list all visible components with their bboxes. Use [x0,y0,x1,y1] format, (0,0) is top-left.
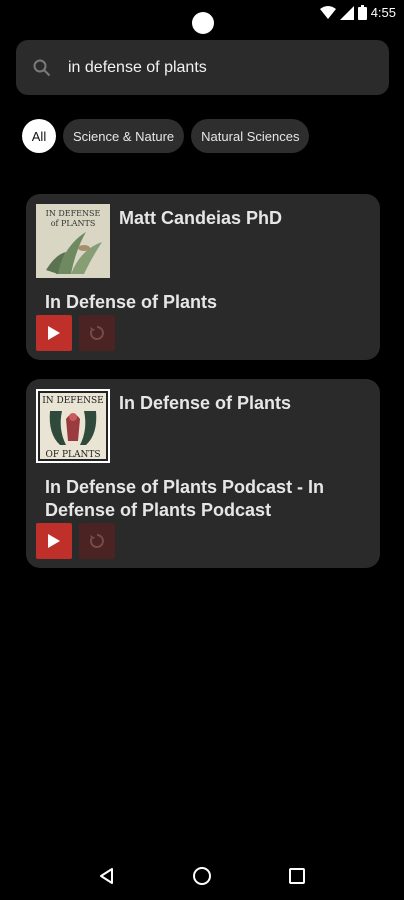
svg-text:of PLANTS: of PLANTS [51,219,96,228]
chip-all[interactable]: All [22,119,56,153]
replay-icon [89,326,104,340]
play-button[interactable] [36,523,72,559]
replay-button[interactable] [79,315,115,351]
recents-icon [288,868,305,884]
system-nav-bar [0,852,404,900]
status-bar: 4:55 [0,0,404,34]
svg-text:OF PLANTS: OF PLANTS [45,450,100,460]
result-author: Matt Candeias PhD [119,208,283,228]
home-icon [192,867,211,885]
podcast-artwork: IN DEFENSE OF PLANTS [36,389,110,463]
play-icon [48,534,60,548]
status-time: 4:55 [370,5,396,20]
status-icons: 4:55 [319,5,396,20]
nav-back-button[interactable] [92,861,122,891]
svg-text:IN DEFENSE: IN DEFENSE [42,396,104,406]
result-card[interactable]: IN DEFENSE OF PLANTS In Defense of Plant… [26,379,380,568]
back-icon [100,868,114,884]
nav-recents-button[interactable] [282,861,312,891]
result-card[interactable]: IN DEFENSE of PLANTS Matt Candeias PhD I… [26,194,380,360]
play-button[interactable] [36,315,72,351]
replay-icon [89,534,104,548]
chip-science-nature[interactable]: Science & Nature [63,119,185,153]
result-title: In Defense of Plants [45,292,218,312]
svg-text:IN DEFENSE: IN DEFENSE [46,209,101,218]
chip-natural-sciences[interactable]: Natural Sciences [191,119,310,153]
search-icon [32,58,52,78]
result-author: In Defense of Plants [119,393,292,413]
search-bar[interactable]: in defense of plants [16,40,389,95]
filter-chips: All Science & Nature Natural Sciences [22,119,310,153]
battery-icon [357,5,367,20]
wifi-icon [319,5,336,19]
podcast-artwork: IN DEFENSE of PLANTS [36,204,110,278]
signal-icon [339,5,354,20]
camera-cutout [192,12,214,34]
replay-button[interactable] [79,523,115,559]
nav-home-button[interactable] [187,861,217,891]
result-title: In Defense of Plants Podcast - In Defens… [45,477,325,520]
play-icon [48,326,60,340]
search-input[interactable]: in defense of plants [68,59,358,77]
